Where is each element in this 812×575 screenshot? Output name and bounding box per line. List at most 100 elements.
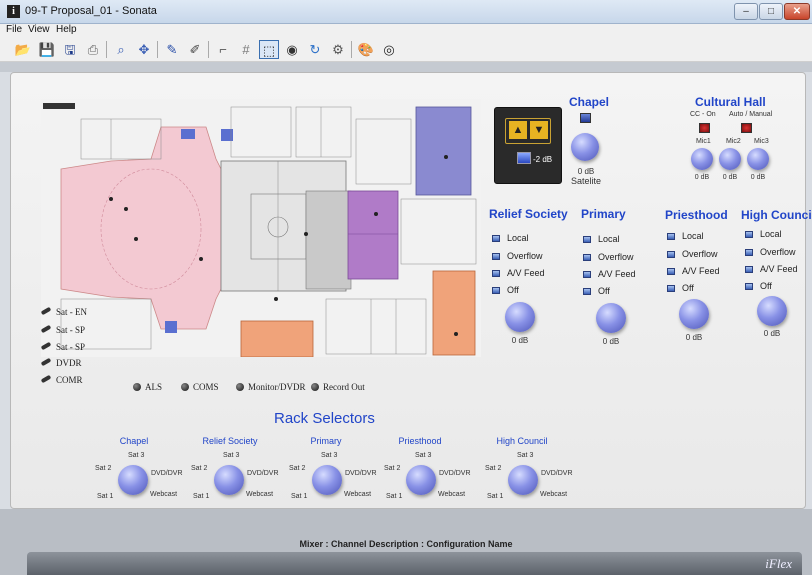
connect-icon[interactable]: ✎ bbox=[162, 40, 182, 59]
input-sat-en[interactable]: Sat - EN bbox=[40, 306, 87, 317]
relief-society-zone[interactable] bbox=[347, 190, 399, 280]
disconnect-icon[interactable]: ✐ bbox=[185, 40, 205, 59]
camera-icon[interactable]: ◉ bbox=[282, 40, 302, 59]
rack-relief-society-webcast: Webcast bbox=[246, 491, 274, 498]
cc-on-toggle[interactable] bbox=[699, 123, 710, 133]
priesthood-off[interactable]: Off bbox=[667, 283, 694, 293]
select-icon[interactable]: ⬚ bbox=[259, 40, 279, 59]
rack-chapel-title: Chapel bbox=[119, 436, 149, 446]
mic2-knob[interactable] bbox=[719, 148, 741, 170]
priesthood-zone[interactable] bbox=[240, 320, 314, 357]
priesthood-av-feed[interactable]: A/V Feed bbox=[667, 266, 720, 276]
primary-overflow[interactable]: Overflow bbox=[583, 252, 634, 262]
menu-view[interactable]: View bbox=[28, 24, 50, 35]
primary-zone[interactable] bbox=[432, 270, 476, 356]
blue-marker bbox=[165, 321, 177, 333]
rack-chapel-webcast: Webcast bbox=[150, 491, 178, 498]
high-council-off[interactable]: Off bbox=[745, 281, 772, 291]
cultural-hall-title: Cultural Hall bbox=[695, 95, 766, 109]
rotate-icon[interactable]: ↻ bbox=[305, 40, 325, 59]
rack-primary-sat3: Sat 3 bbox=[321, 452, 338, 459]
rack-chapel-sat1: Sat 1 bbox=[97, 493, 114, 500]
rack-chapel-knob[interactable] bbox=[118, 465, 148, 495]
audio-icon[interactable]: ◎ bbox=[379, 40, 399, 59]
grid-icon[interactable]: # bbox=[236, 40, 256, 59]
rack-chapel-sat3: Sat 3 bbox=[128, 452, 145, 459]
volume-down-button[interactable]: ▼ bbox=[530, 121, 548, 139]
relief-society-local[interactable]: Local bbox=[492, 233, 529, 243]
relief-society-overflow[interactable]: Overflow bbox=[492, 251, 543, 261]
priesthood-knob[interactable] bbox=[679, 299, 709, 329]
title-bar: i 09-T Proposal_01 - Sonata – □ ✕ bbox=[0, 0, 812, 24]
rack-high-council-knob[interactable] bbox=[508, 465, 538, 495]
line-icon[interactable]: ⌐ bbox=[213, 40, 233, 59]
minimize-button[interactable]: – bbox=[734, 3, 758, 20]
input-sat-sp-2[interactable]: Sat - SP bbox=[40, 341, 85, 352]
priesthood-overflow[interactable]: Overflow bbox=[667, 249, 718, 259]
toolbar-separator bbox=[351, 41, 352, 58]
rack-relief-society-knob[interactable] bbox=[214, 465, 244, 495]
rack-high-council-sat3: Sat 3 bbox=[517, 452, 534, 459]
pan-icon[interactable]: ✥ bbox=[134, 40, 154, 59]
cc-on-label: CC - On bbox=[690, 111, 716, 118]
high-council-knob[interactable] bbox=[757, 296, 787, 326]
plug-icon bbox=[40, 306, 52, 316]
chapel-volume-knob[interactable] bbox=[571, 133, 599, 161]
jack-icon bbox=[181, 383, 189, 391]
settings-icon[interactable]: ⚙ bbox=[328, 40, 348, 59]
priesthood-local[interactable]: Local bbox=[667, 231, 704, 241]
mic3-knob[interactable] bbox=[747, 148, 769, 170]
auto-manual-toggle[interactable] bbox=[741, 123, 752, 133]
output-record-out[interactable]: Record Out bbox=[311, 382, 365, 392]
relief-society-av-feed[interactable]: A/V Feed bbox=[492, 268, 545, 278]
high-council-overflow[interactable]: Overflow bbox=[745, 247, 796, 257]
input-comr[interactable]: COMR bbox=[40, 374, 83, 385]
rack-primary-dvd: DVD/DVR bbox=[345, 470, 377, 477]
rack-relief-society-sat1: Sat 1 bbox=[193, 493, 210, 500]
toolbar-separator bbox=[208, 41, 209, 58]
primary-av-feed[interactable]: A/V Feed bbox=[583, 269, 636, 279]
rack-primary-knob[interactable] bbox=[312, 465, 342, 495]
menu-file[interactable]: File bbox=[6, 24, 22, 35]
save-as-icon[interactable]: 🖫 bbox=[60, 40, 80, 59]
print-icon[interactable]: ⎙ bbox=[83, 40, 103, 59]
high-council-av-feed[interactable]: A/V Feed bbox=[745, 264, 798, 274]
high-council-zone[interactable] bbox=[415, 106, 472, 196]
output-monitor-dvdr[interactable]: Monitor/DVDR bbox=[236, 382, 306, 392]
zoom-icon[interactable]: ⌕ bbox=[111, 40, 131, 59]
primary-knob[interactable] bbox=[596, 303, 626, 333]
input-dvdr[interactable]: DVDR bbox=[40, 357, 82, 368]
led-icon bbox=[745, 249, 753, 256]
chapel-toggle[interactable] bbox=[580, 113, 591, 123]
relief-society-knob[interactable] bbox=[505, 302, 535, 332]
brand-logo: iFlex bbox=[765, 556, 792, 571]
rack-high-council-sat1: Sat 1 bbox=[487, 493, 504, 500]
rack-selectors-title: Rack Selectors bbox=[274, 410, 375, 427]
workspace-border bbox=[0, 62, 812, 72]
open-icon[interactable]: 📂 bbox=[13, 40, 33, 59]
output-als[interactable]: ALS bbox=[133, 382, 162, 392]
app-icon: i bbox=[7, 5, 20, 18]
mic1-knob[interactable] bbox=[691, 148, 713, 170]
save-icon[interactable]: 💾 bbox=[37, 40, 57, 59]
rack-priesthood-title: Priesthood bbox=[398, 436, 442, 446]
rack-chapel-dvd: DVD/DVR bbox=[151, 470, 183, 477]
primary-off[interactable]: Off bbox=[583, 286, 610, 296]
volume-up-button[interactable]: ▲ bbox=[509, 121, 527, 139]
primary-local[interactable]: Local bbox=[583, 234, 620, 244]
mic3-db: 0 dB bbox=[750, 174, 766, 181]
led-icon bbox=[492, 287, 500, 294]
output-coms[interactable]: COMS bbox=[181, 382, 219, 392]
rack-priesthood-sat3: Sat 3 bbox=[415, 452, 432, 459]
floor-plan bbox=[41, 99, 481, 357]
maximize-button[interactable]: □ bbox=[759, 3, 783, 20]
relief-society-off[interactable]: Off bbox=[492, 285, 519, 295]
rack-priesthood-knob[interactable] bbox=[406, 465, 436, 495]
menu-help[interactable]: Help bbox=[56, 24, 77, 35]
rack-relief-society-sat2: Sat 2 bbox=[191, 465, 208, 472]
chapel-db: 0 dB bbox=[577, 167, 595, 176]
high-council-local[interactable]: Local bbox=[745, 229, 782, 239]
palette-icon[interactable]: 🎨 bbox=[356, 40, 376, 59]
input-sat-sp-1[interactable]: Sat - SP bbox=[40, 324, 85, 335]
close-button[interactable]: ✕ bbox=[784, 3, 810, 20]
